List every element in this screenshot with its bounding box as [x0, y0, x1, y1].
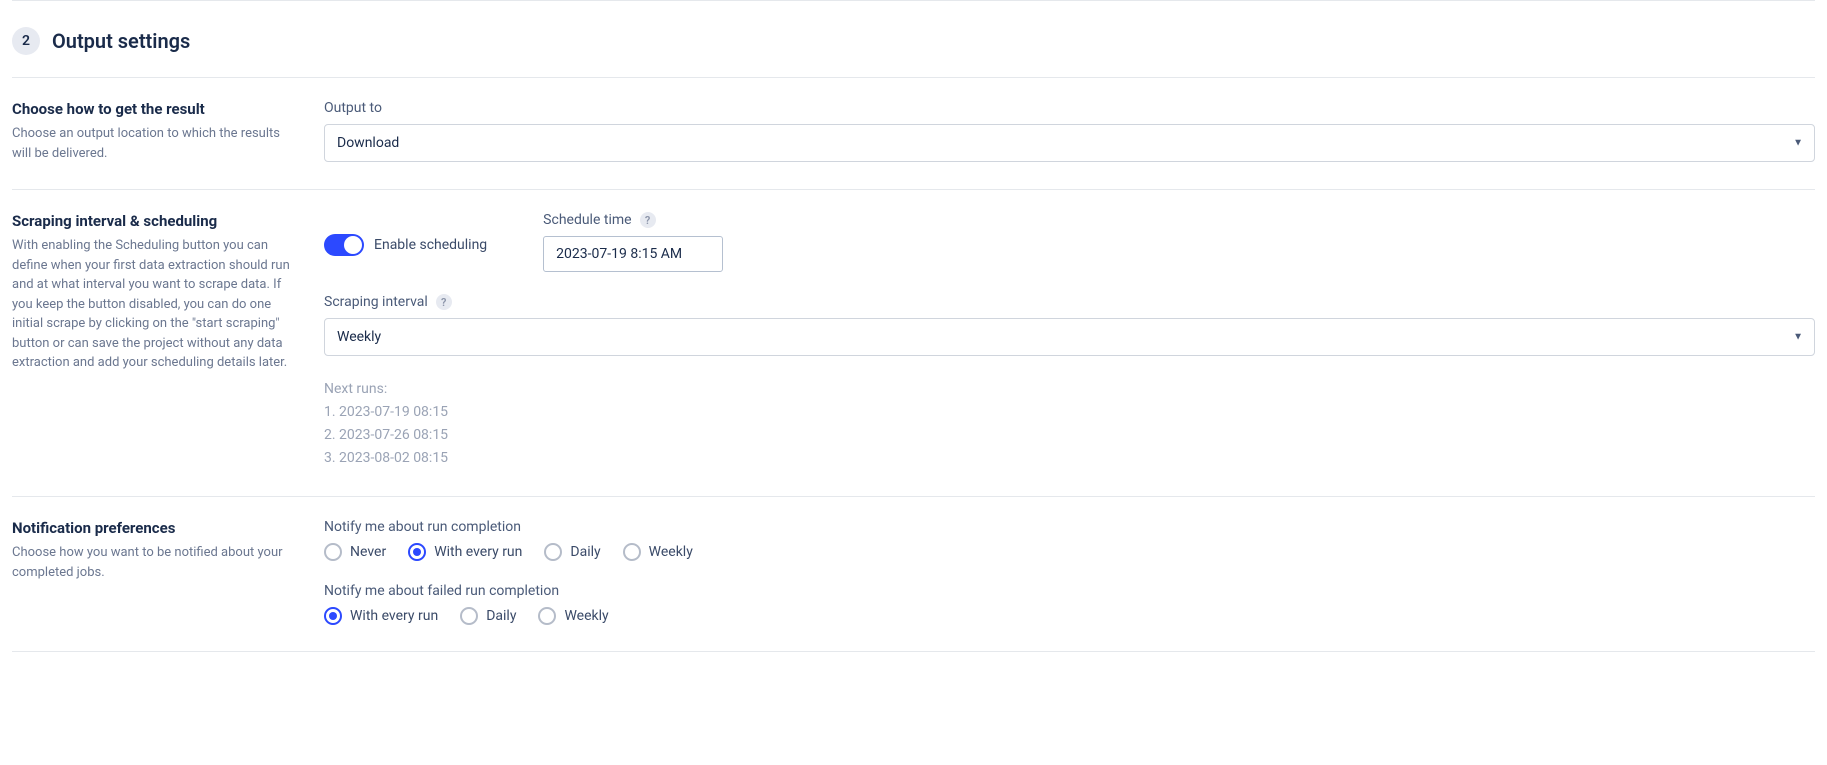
scheduling-top-row: Enable scheduling Schedule time ? — [324, 212, 1815, 272]
notify-failed-weekly[interactable]: Weekly — [538, 607, 608, 625]
toggle-knob — [344, 236, 362, 254]
notify-completion-daily[interactable]: Daily — [544, 543, 600, 561]
next-run-2: 2. 2023-07-26 08:15 — [324, 424, 1815, 447]
output-heading: Choose how to get the result — [12, 100, 292, 118]
next-run-1: 1. 2023-07-19 08:15 — [324, 401, 1815, 424]
radio-icon — [623, 543, 641, 561]
schedule-time-block: Schedule time ? — [543, 212, 723, 272]
schedule-time-label-text: Schedule time — [543, 212, 631, 228]
schedule-time-input[interactable] — [543, 236, 723, 272]
scraping-interval-select-wrapper: Weekly ▼ — [324, 318, 1815, 356]
output-to-label: Output to — [324, 100, 1815, 116]
notify-completion-never[interactable]: Never — [324, 543, 386, 561]
enable-scheduling-toggle[interactable] — [324, 234, 364, 256]
help-icon[interactable]: ? — [640, 212, 656, 228]
schedule-time-label: Schedule time ? — [543, 212, 723, 228]
section-header: 2 Output settings — [12, 1, 1815, 77]
help-icon[interactable]: ? — [436, 294, 452, 310]
scraping-interval-select[interactable]: Weekly — [324, 318, 1815, 356]
output-to-select[interactable]: Download — [324, 124, 1815, 162]
radio-label: Daily — [570, 544, 600, 560]
scheduling-left-col: Scraping interval & scheduling With enab… — [12, 212, 292, 470]
next-runs-label: Next runs: — [324, 378, 1815, 401]
radio-label: With every run — [434, 544, 522, 560]
output-to-select-wrapper: Download ▼ — [324, 124, 1815, 162]
bottom-divider — [12, 651, 1815, 652]
notify-failed-every-run[interactable]: With every run — [324, 607, 438, 625]
radio-icon — [324, 607, 342, 625]
radio-icon — [460, 607, 478, 625]
scheduling-right-col: Enable scheduling Schedule time ? Scrapi… — [324, 212, 1815, 470]
notify-failed-label: Notify me about failed run completion — [324, 583, 1815, 599]
notify-completion-every-run[interactable]: With every run — [408, 543, 522, 561]
scraping-interval-label-text: Scraping interval — [324, 294, 428, 310]
scheduling-heading: Scraping interval & scheduling — [12, 212, 292, 230]
radio-icon — [408, 543, 426, 561]
notify-completion-label: Notify me about run completion — [324, 519, 1815, 535]
step-number-badge: 2 — [12, 27, 40, 55]
notify-failed-block: Notify me about failed run completion Wi… — [324, 583, 1815, 625]
enable-scheduling-toggle-row: Enable scheduling — [324, 234, 487, 256]
next-runs-block: Next runs: 1. 2023-07-19 08:15 2. 2023-0… — [324, 378, 1815, 470]
notifications-heading: Notification preferences — [12, 519, 292, 537]
notify-completion-weekly[interactable]: Weekly — [623, 543, 693, 561]
radio-label: Weekly — [564, 608, 608, 624]
notify-completion-radio-group: Never With every run Daily Weekly — [324, 543, 1815, 561]
radio-icon — [544, 543, 562, 561]
radio-dot — [413, 548, 421, 556]
radio-label: Daily — [486, 608, 516, 624]
enable-scheduling-block: Enable scheduling — [324, 212, 487, 256]
notify-failed-daily[interactable]: Daily — [460, 607, 516, 625]
radio-icon — [324, 543, 342, 561]
radio-label: Never — [350, 544, 386, 560]
radio-dot — [329, 612, 337, 620]
scheduling-row: Scraping interval & scheduling With enab… — [12, 189, 1815, 496]
output-left-col: Choose how to get the result Choose an o… — [12, 100, 292, 163]
scraping-interval-label: Scraping interval ? — [324, 294, 1815, 310]
scraping-interval-block: Scraping interval ? Weekly ▼ — [324, 294, 1815, 356]
notifications-right-col: Notify me about run completion Never Wit… — [324, 519, 1815, 625]
notifications-description: Choose how you want to be notified about… — [12, 543, 292, 582]
notifications-row: Notification preferences Choose how you … — [12, 496, 1815, 651]
notify-failed-radio-group: With every run Daily Weekly — [324, 607, 1815, 625]
notifications-left-col: Notification preferences Choose how you … — [12, 519, 292, 625]
enable-scheduling-label: Enable scheduling — [374, 237, 487, 253]
next-run-3: 3. 2023-08-02 08:15 — [324, 447, 1815, 470]
output-right-col: Output to Download ▼ — [324, 100, 1815, 163]
radio-label: Weekly — [649, 544, 693, 560]
scheduling-description: With enabling the Scheduling button you … — [12, 236, 292, 373]
output-description: Choose an output location to which the r… — [12, 124, 292, 163]
output-settings-row: Choose how to get the result Choose an o… — [12, 77, 1815, 189]
radio-icon — [538, 607, 556, 625]
radio-label: With every run — [350, 608, 438, 624]
section-title: Output settings — [52, 29, 190, 53]
notify-completion-block: Notify me about run completion Never Wit… — [324, 519, 1815, 561]
